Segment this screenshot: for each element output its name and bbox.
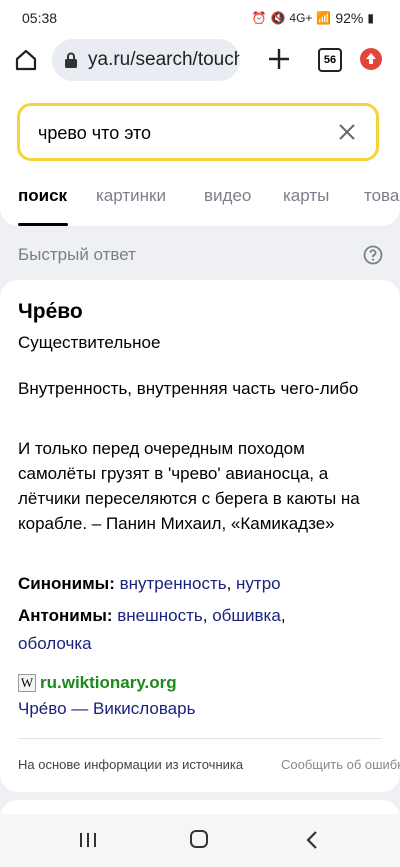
synonyms-label: Синонимы: bbox=[18, 574, 115, 593]
divider bbox=[18, 738, 382, 739]
new-tab-icon[interactable] bbox=[266, 46, 292, 72]
search-query: чрево что это bbox=[38, 123, 152, 143]
part-of-speech: Существительное bbox=[18, 333, 161, 352]
synonym-link[interactable]: нутро bbox=[236, 574, 281, 593]
search-tabs: поиск картинки видео карты товары bbox=[0, 184, 400, 226]
tab-count-button[interactable]: 56 bbox=[318, 48, 342, 72]
quick-answer-header: Быстрый ответ bbox=[18, 245, 136, 264]
antonym-link[interactable]: обшивка bbox=[212, 606, 281, 625]
clear-icon[interactable] bbox=[338, 123, 356, 141]
word-title: Чре́во bbox=[18, 300, 83, 323]
search-panel: чрево что это поиск картинки видео карты… bbox=[0, 86, 400, 226]
status-time: 05:38 bbox=[22, 10, 58, 26]
quick-answer-card: Чре́во Существительное Внутренность, вну… bbox=[0, 280, 400, 792]
antonym-link[interactable]: внешность bbox=[117, 606, 203, 625]
status-icons: ⏰ 🔇 4G+ 📶 92% ▮ bbox=[251, 10, 374, 26]
antonym-link[interactable]: оболочка bbox=[18, 634, 92, 653]
tab-images[interactable]: картинки bbox=[96, 186, 166, 206]
tab-search[interactable]: поиск bbox=[18, 186, 67, 206]
network-type: 4G+ bbox=[289, 11, 313, 25]
url-text: ya.ru/search/touch bbox=[88, 49, 240, 70]
update-icon[interactable] bbox=[360, 48, 382, 70]
home-icon[interactable] bbox=[14, 48, 38, 72]
signal-icon: 📶 bbox=[316, 11, 332, 25]
source-title-link[interactable]: Чре́во — Викисловарь bbox=[18, 699, 195, 719]
status-bar: 05:38 ⏰ 🔇 4G+ 📶 92% ▮ bbox=[0, 0, 400, 36]
tab-video[interactable]: видео bbox=[204, 186, 251, 206]
mute-icon: 🔇 bbox=[270, 11, 286, 25]
antonyms-label: Антонимы: bbox=[18, 606, 113, 625]
recents-icon[interactable] bbox=[79, 832, 97, 848]
source-footnote: На основе информации из источника bbox=[18, 757, 244, 772]
report-error-link[interactable]: Сообщить об ошибке bbox=[281, 757, 400, 772]
source-link[interactable]: W ru.wiktionary.org bbox=[18, 672, 177, 694]
system-nav-bar bbox=[0, 814, 400, 867]
alarm-icon: ⏰ bbox=[251, 11, 267, 25]
search-input[interactable]: чрево что это bbox=[17, 103, 379, 161]
synonyms-row: Синонимы: внутренность, нутро bbox=[18, 574, 281, 593]
tab-maps[interactable]: карты bbox=[283, 186, 329, 206]
active-tab-indicator bbox=[18, 223, 68, 226]
lock-icon bbox=[65, 52, 77, 68]
source-domain[interactable]: ru.wiktionary.org bbox=[40, 673, 177, 693]
synonym-link[interactable]: внутренность bbox=[120, 574, 227, 593]
home-nav-icon[interactable] bbox=[190, 830, 208, 848]
usage-example: И только перед очередным походом самолёт… bbox=[18, 439, 360, 533]
arrow-up-icon bbox=[366, 53, 376, 64]
help-icon[interactable] bbox=[363, 245, 383, 265]
back-icon[interactable] bbox=[305, 830, 319, 850]
tab-products[interactable]: товары bbox=[364, 186, 400, 206]
antonyms-row: Антонимы: внешность, обшивка, оболочка bbox=[18, 606, 286, 653]
battery-level: 92% bbox=[335, 10, 364, 26]
definition: Внутренность, внутренняя часть чего-либо bbox=[18, 379, 359, 398]
battery-icon: ▮ bbox=[367, 11, 374, 25]
browser-toolbar: ya.ru/search/touch 56 bbox=[0, 36, 400, 86]
wiktionary-logo-icon: W bbox=[18, 674, 36, 692]
address-bar[interactable]: ya.ru/search/touch bbox=[52, 39, 240, 81]
